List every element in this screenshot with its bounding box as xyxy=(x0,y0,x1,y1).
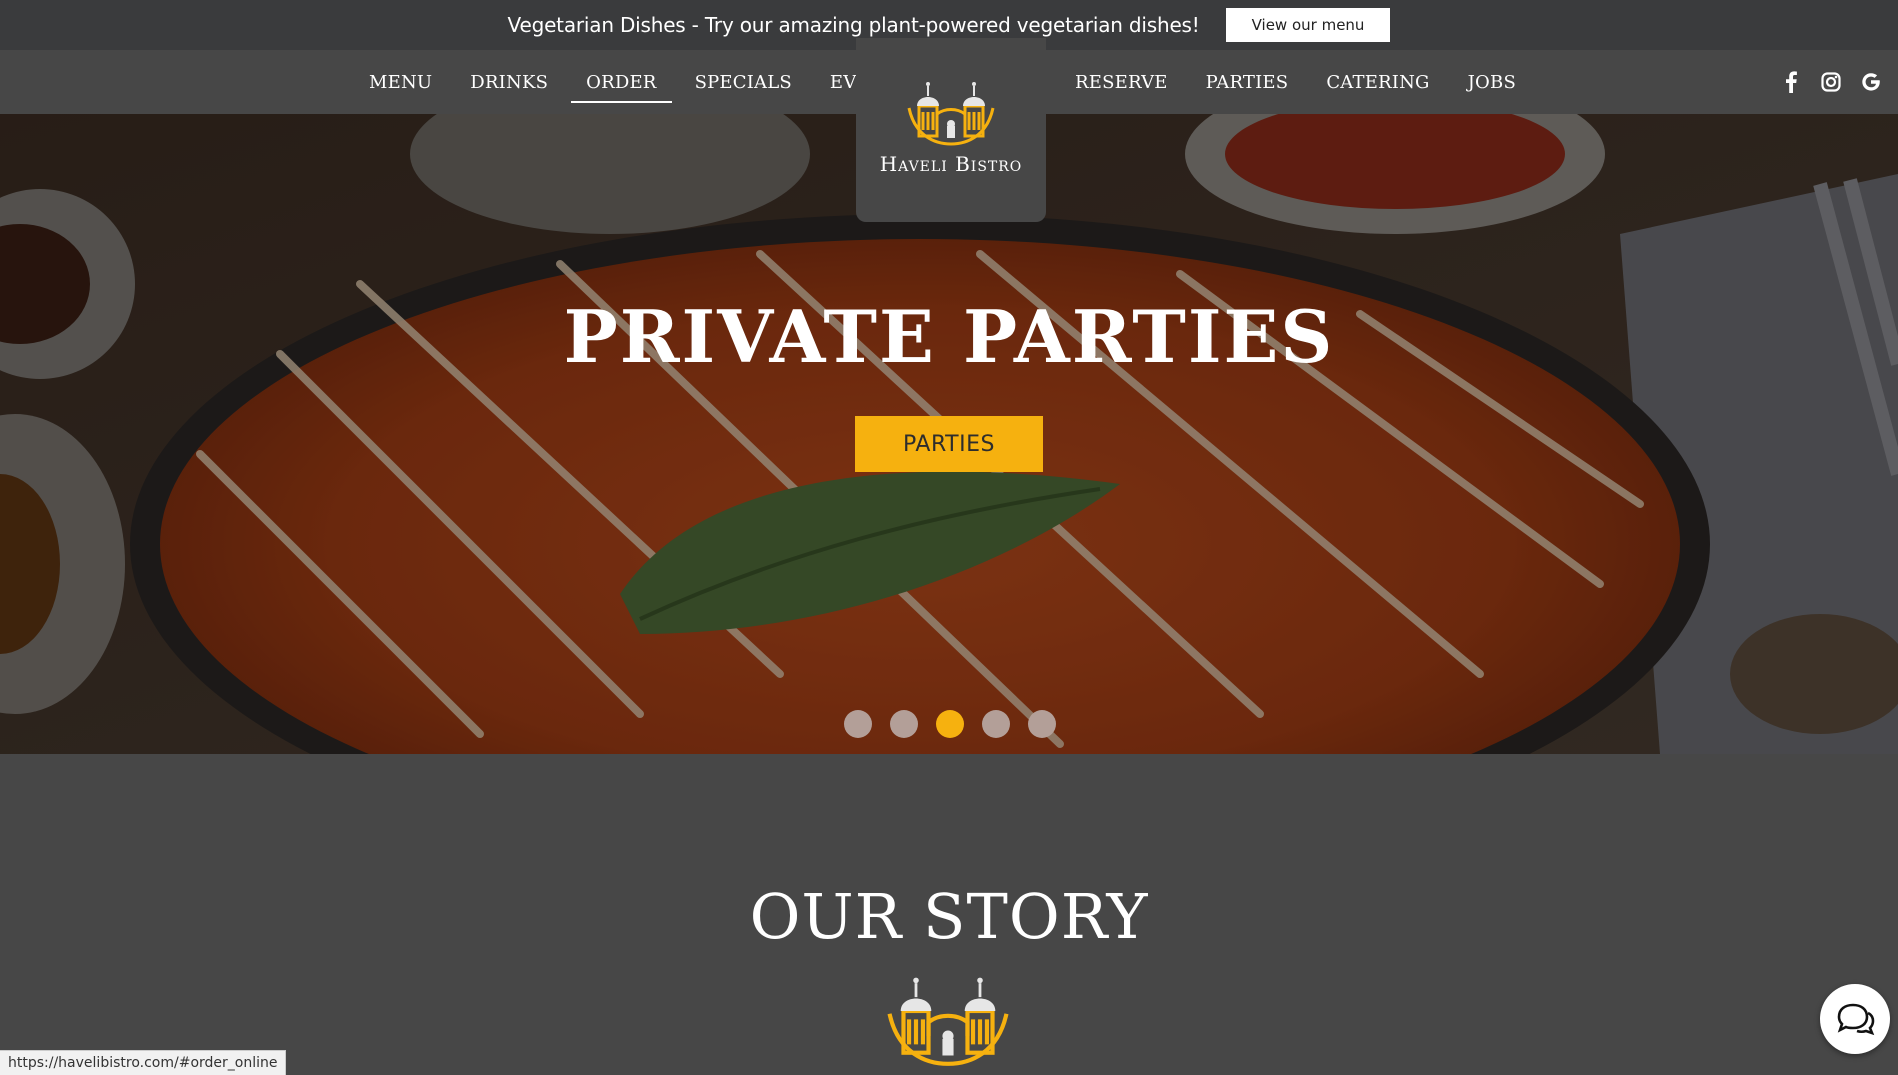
google-icon[interactable] xyxy=(1860,71,1882,93)
slider-dot[interactable] xyxy=(1028,710,1056,738)
our-story-heading: OUR STORY xyxy=(749,880,1149,953)
site-logo[interactable]: Haveli Bistro xyxy=(856,38,1046,222)
nav-item-menu[interactable]: MENU xyxy=(369,66,432,99)
announcement-text: Vegetarian Dishes - Try our amazing plan… xyxy=(507,13,1200,37)
slider-dot[interactable] xyxy=(890,710,918,738)
chat-bubbles-icon xyxy=(1837,1003,1875,1036)
chat-widget-button[interactable] xyxy=(1820,984,1890,1054)
status-bar-url: https://havelibistro.com/#order_online xyxy=(0,1050,287,1075)
parties-button[interactable]: PARTIES xyxy=(855,416,1043,472)
nav-item-jobs[interactable]: JOBS xyxy=(1468,66,1516,99)
slider-dot[interactable] xyxy=(844,710,872,738)
slider-dot[interactable] xyxy=(982,710,1010,738)
nav-item-catering[interactable]: CATERING xyxy=(1326,66,1429,99)
nav-item-order[interactable]: ORDER xyxy=(571,66,673,103)
nav-item-reserve[interactable]: RESERVE xyxy=(1075,66,1168,99)
nav-left-group: MENU DRINKS ORDER SPECIALS EVENTS xyxy=(350,50,930,114)
palace-logo-icon xyxy=(907,82,995,146)
instagram-icon[interactable] xyxy=(1820,71,1842,93)
logo-text: Haveli Bistro xyxy=(879,152,1023,176)
nav-item-parties[interactable]: PARTIES xyxy=(1206,66,1289,99)
palace-logo-icon xyxy=(887,977,1009,1066)
facebook-icon[interactable] xyxy=(1780,71,1802,93)
view-menu-button[interactable]: View our menu xyxy=(1225,8,1391,42)
social-links xyxy=(1780,50,1882,114)
nav-item-drinks[interactable]: DRINKS xyxy=(470,66,548,99)
slider-dots xyxy=(844,710,1056,738)
hero-title: PRIVATE PARTIES xyxy=(563,294,1335,379)
slider-dot-active[interactable] xyxy=(936,710,964,738)
nav-item-specials[interactable]: SPECIALS xyxy=(695,66,792,99)
nav-right-group: RESERVE PARTIES CATERING JOBS xyxy=(1056,50,1535,114)
